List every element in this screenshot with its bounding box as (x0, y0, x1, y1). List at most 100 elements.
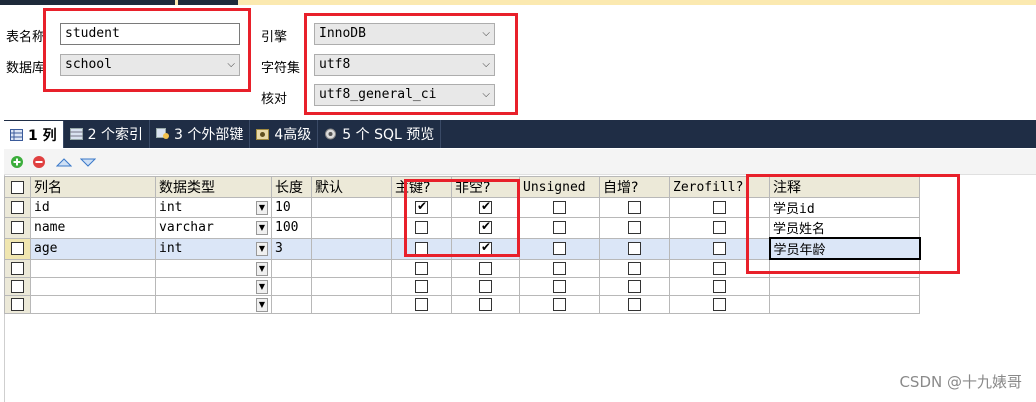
col-header-default[interactable]: 默认 (311, 176, 392, 198)
cell-name[interactable]: name (30, 217, 156, 239)
delete-column-icon[interactable] (32, 155, 46, 169)
unsigned-checkbox[interactable] (553, 279, 566, 293)
select-all-checkbox[interactable] (4, 176, 31, 198)
cell-name[interactable] (30, 276, 156, 296)
cell-autoinc[interactable] (599, 237, 670, 260)
cell-primary[interactable] (391, 258, 452, 278)
row-select-cell[interactable] (4, 237, 31, 260)
cell-default[interactable] (311, 197, 392, 218)
cell-unsigned[interactable] (519, 258, 600, 278)
row-checkbox[interactable] (11, 297, 24, 311)
cell-primary[interactable] (391, 294, 452, 314)
type-dropdown-icon[interactable]: ▼ (256, 221, 268, 236)
cell-length[interactable]: 10 (271, 197, 312, 218)
row-select-cell[interactable] (4, 197, 31, 218)
primary-checkbox[interactable] (415, 261, 428, 275)
primary-checkbox[interactable] (415, 297, 428, 311)
tab-sql-preview[interactable]: 5 个 SQL 预览 (318, 120, 442, 148)
cell-length[interactable]: 100 (271, 217, 312, 239)
move-down-icon[interactable] (79, 155, 97, 169)
col-header-unsigned[interactable]: Unsigned (519, 176, 600, 198)
zerofill-checkbox[interactable] (713, 297, 726, 311)
cell-type[interactable]: int ▼ (155, 197, 272, 218)
notnull-checkbox[interactable] (479, 279, 492, 293)
unsigned-checkbox[interactable] (553, 297, 566, 311)
tab-indexes[interactable]: 2 个索引 (64, 120, 150, 148)
row-checkbox[interactable] (11, 242, 24, 255)
unsigned-checkbox[interactable] (553, 242, 566, 255)
cell-default[interactable] (311, 258, 392, 278)
cell-notnull[interactable] (451, 276, 520, 296)
table-row[interactable]: ▼ (4, 276, 920, 296)
row-select-cell[interactable] (4, 276, 31, 296)
unsigned-checkbox[interactable] (553, 261, 566, 275)
zerofill-checkbox[interactable] (712, 242, 726, 255)
cell-primary[interactable] (391, 276, 452, 296)
cell-type[interactable]: varchar ▼ (155, 217, 272, 239)
cell-unsigned[interactable] (519, 217, 600, 239)
row-select-cell[interactable] (4, 258, 31, 278)
cell-notnull[interactable] (451, 258, 520, 278)
cell-comment[interactable] (769, 294, 920, 314)
autoinc-checkbox[interactable] (628, 242, 641, 255)
unsigned-checkbox[interactable] (553, 221, 566, 235)
row-checkbox[interactable] (11, 201, 24, 214)
zerofill-checkbox[interactable] (713, 201, 726, 214)
cell-type[interactable]: int ▼ (155, 237, 272, 260)
cell-type[interactable]: ▼ (155, 276, 272, 296)
cell-notnull[interactable] (451, 294, 520, 314)
add-column-icon[interactable] (10, 155, 24, 169)
zerofill-checkbox[interactable] (713, 221, 726, 235)
cell-length[interactable] (271, 276, 312, 296)
notnull-checkbox[interactable] (479, 297, 492, 311)
cell-type[interactable]: ▼ (155, 294, 272, 314)
col-header-name[interactable]: 列名 (30, 176, 156, 198)
cell-type[interactable]: ▼ (155, 258, 272, 278)
primary-checkbox[interactable] (415, 279, 428, 293)
table-row[interactable]: ▼ (4, 294, 920, 314)
cell-unsigned[interactable] (519, 294, 600, 314)
col-header-autoinc[interactable]: 自增? (599, 176, 670, 198)
row-checkbox[interactable] (11, 261, 24, 275)
cell-unsigned[interactable] (519, 276, 600, 296)
cell-comment[interactable] (769, 276, 920, 296)
cell-default[interactable] (311, 217, 392, 239)
autoinc-checkbox[interactable] (628, 297, 641, 311)
cell-zerofill[interactable] (669, 276, 770, 296)
cell-autoinc[interactable] (599, 276, 670, 296)
cell-autoinc[interactable] (599, 197, 670, 218)
zerofill-checkbox[interactable] (713, 261, 726, 275)
cell-unsigned[interactable] (519, 237, 600, 260)
header-checkbox[interactable] (11, 180, 24, 194)
cell-autoinc[interactable] (599, 258, 670, 278)
type-dropdown-icon[interactable]: ▼ (256, 297, 268, 312)
cell-default[interactable] (311, 294, 392, 314)
cell-length[interactable] (271, 258, 312, 278)
tab-advanced[interactable]: 4高级 (250, 120, 319, 148)
cell-name[interactable] (30, 258, 156, 278)
cell-autoinc[interactable] (599, 294, 670, 314)
type-dropdown-icon[interactable]: ▼ (256, 279, 268, 294)
move-up-icon[interactable] (55, 155, 73, 169)
autoinc-checkbox[interactable] (628, 201, 641, 214)
zerofill-checkbox[interactable] (713, 279, 726, 293)
cell-default[interactable] (311, 276, 392, 296)
col-header-length[interactable]: 长度 (271, 176, 312, 198)
cell-name[interactable]: id (30, 197, 156, 218)
row-checkbox[interactable] (11, 221, 24, 235)
type-dropdown-icon[interactable]: ▼ (256, 261, 268, 276)
autoinc-checkbox[interactable] (628, 261, 641, 275)
cell-name[interactable]: age (30, 237, 156, 260)
tab-foreign-keys[interactable]: 3 个外部键 (150, 120, 251, 148)
row-select-cell[interactable] (4, 217, 31, 239)
cell-autoinc[interactable] (599, 217, 670, 239)
unsigned-checkbox[interactable] (553, 201, 566, 214)
tab-columns[interactable]: 1 列 (4, 121, 64, 148)
autoinc-checkbox[interactable] (628, 279, 641, 293)
cell-length[interactable] (271, 294, 312, 314)
cell-name[interactable] (30, 294, 156, 314)
cell-zerofill[interactable] (669, 294, 770, 314)
type-dropdown-icon[interactable]: ▼ (256, 242, 268, 256)
cell-default[interactable] (311, 237, 392, 260)
autoinc-checkbox[interactable] (628, 221, 641, 235)
